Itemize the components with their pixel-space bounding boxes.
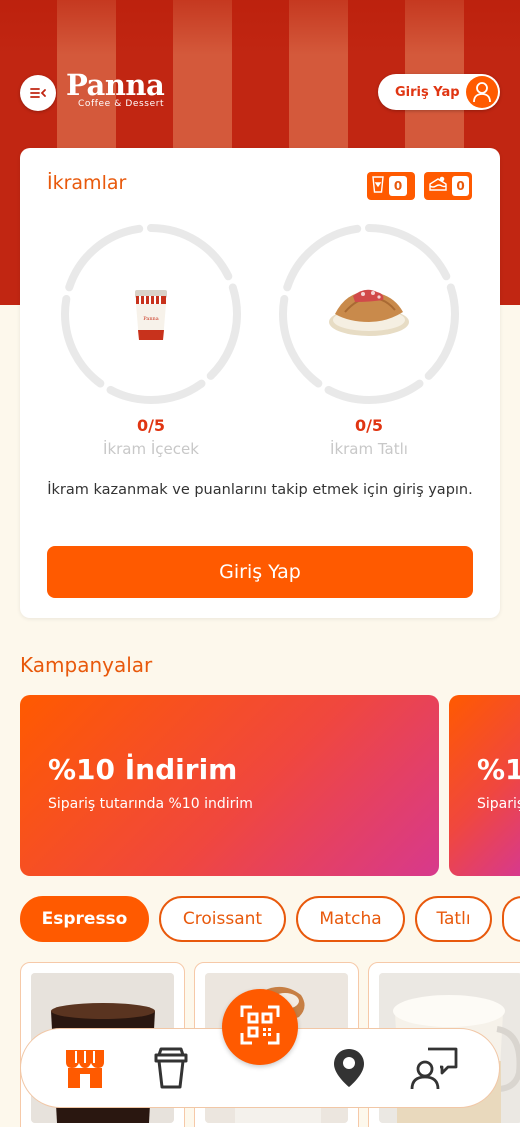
campaign-description: Sipariş xyxy=(477,796,520,812)
header-login-button[interactable]: Giriş Yap xyxy=(378,74,500,110)
drink-counter: 0 xyxy=(367,172,415,200)
campaign-card[interactable]: %15 Sipariş xyxy=(449,695,520,876)
treats-title: İkramlar xyxy=(47,172,127,194)
coffee-cup-icon xyxy=(151,1045,191,1095)
login-button[interactable]: Giriş Yap xyxy=(47,546,473,598)
campaign-card[interactable]: %10 İndirim Sipariş tutarında %10 indiri… xyxy=(20,695,439,876)
dessert-counter: 0 xyxy=(424,172,472,200)
drink-counter-icon xyxy=(371,175,385,197)
campaign-description: Sipariş tutarında %10 indirim xyxy=(48,796,253,812)
support-chat-icon xyxy=(410,1045,458,1095)
qr-scan-button[interactable] xyxy=(222,989,298,1065)
campaigns-title: Kampanyalar xyxy=(20,653,153,677)
dessert-counter-value: 0 xyxy=(452,176,469,196)
category-chip-espresso[interactable]: Espresso xyxy=(20,896,149,942)
nav-orders[interactable] xyxy=(148,1047,194,1093)
brand-logo: Panna Coffee & Dessert xyxy=(66,68,165,109)
campaign-title: %15 xyxy=(477,753,520,786)
treats-card: İkramlar 0 0 Panna 0/5 İkram İçecek 0/5 … xyxy=(20,148,500,618)
nav-locations[interactable] xyxy=(326,1047,372,1093)
cake-icon xyxy=(428,176,448,196)
dessert-progress-value: 0/5 xyxy=(354,416,384,435)
nav-store[interactable] xyxy=(62,1047,108,1093)
campaign-title: %10 İndirim xyxy=(48,753,238,786)
user-icon xyxy=(466,76,498,108)
location-pin-icon xyxy=(332,1047,366,1093)
brand-name: Panna xyxy=(66,68,165,102)
brand-tagline: Coffee & Dessert xyxy=(78,99,165,109)
coffee-cup-image: Panna xyxy=(133,288,169,348)
qr-code-icon xyxy=(240,1005,280,1049)
nav-support[interactable] xyxy=(410,1045,458,1095)
drink-progress-value: 0/5 xyxy=(136,416,166,435)
category-chip-more[interactable] xyxy=(502,896,520,942)
store-icon xyxy=(62,1046,108,1094)
dessert-progress-ring xyxy=(275,220,463,408)
menu-button[interactable] xyxy=(20,75,56,111)
svg-text:Panna: Panna xyxy=(143,316,159,322)
category-chip-tatli[interactable]: Tatlı xyxy=(415,896,492,942)
croissant-image xyxy=(327,284,411,342)
category-chip-matcha[interactable]: Matcha xyxy=(296,896,405,942)
category-chip-croissant[interactable]: Croissant xyxy=(159,896,286,942)
dessert-progress-label: İkram Tatlı xyxy=(330,440,408,458)
drink-progress-ring: Panna xyxy=(57,220,245,408)
login-info-text: İkram kazanmak ve puanlarını takip etmek… xyxy=(47,482,473,498)
header-login-label: Giriş Yap xyxy=(395,84,460,100)
menu-icon xyxy=(30,84,46,103)
drink-progress-label: İkram İçecek xyxy=(103,440,199,458)
drink-counter-value: 0 xyxy=(389,176,407,196)
